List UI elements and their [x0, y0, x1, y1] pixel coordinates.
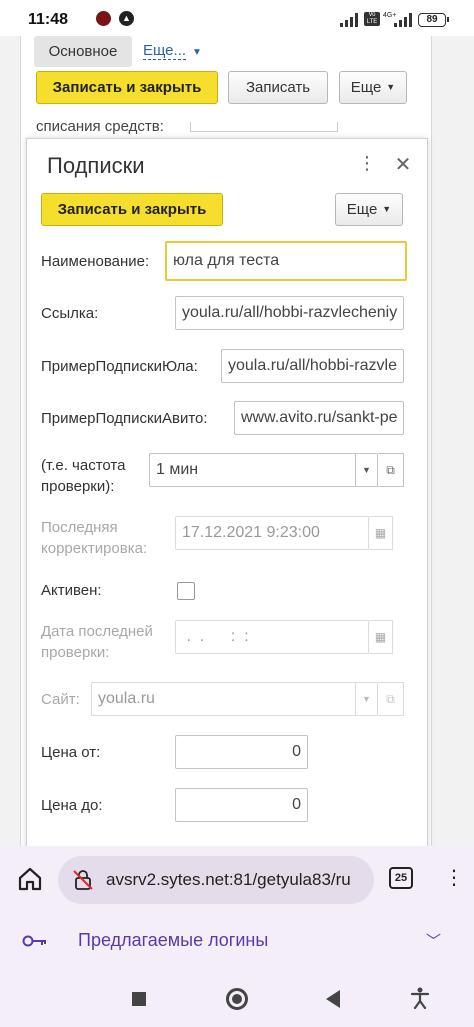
more-vert-icon[interactable]: ⋮	[357, 153, 377, 174]
more-label: Еще	[346, 201, 378, 218]
recent-apps-icon[interactable]	[132, 992, 146, 1006]
home-icon[interactable]	[16, 865, 44, 893]
calendar-icon: ▦	[369, 516, 393, 550]
site-value: youla.ru	[98, 690, 155, 707]
browser-menu-icon[interactable]: ⋮	[444, 864, 464, 892]
active-label: Активен:	[41, 582, 102, 599]
tab-more-label: Еще...	[143, 42, 187, 60]
frequency-select[interactable]: 1 мин ▼	[149, 453, 378, 487]
example-yula-label: ПримерПодпискиЮла:	[41, 358, 198, 375]
example-yula-input[interactable]: youla.ru/all/hobbi-razvle	[221, 349, 404, 383]
partial-field	[190, 122, 338, 132]
browser-toolbar: avsrv2.sytes.net:81/getyula83/ru 25 ⋮	[0, 846, 474, 914]
system-nav-bar	[0, 968, 474, 1027]
cell-signal-icon	[394, 13, 412, 27]
more-button[interactable]: Еще ▼	[335, 193, 403, 226]
key-icon	[22, 935, 46, 947]
dropdown-caret-icon: ▼	[355, 683, 377, 715]
save-close-button[interactable]: Записать и закрыть	[41, 193, 223, 226]
name-input[interactable]: юла для теста	[165, 241, 407, 281]
save-close-button-bg[interactable]: Записать и закрыть	[36, 71, 218, 104]
status-time: 11:48	[28, 11, 69, 28]
frequency-label: (т.е. частота проверки):	[41, 457, 126, 495]
address-bar[interactable]: avsrv2.sytes.net:81/getyula83/ru	[58, 856, 374, 904]
caret-down-icon: ▼	[382, 204, 392, 214]
insecure-lock-icon[interactable]	[72, 869, 94, 891]
example-avito-label: ПримерПодпискиАвито:	[41, 410, 208, 427]
chevron-down-icon: ▼	[192, 47, 202, 58]
subscriptions-dialog: Подписки ⋮ ✕ Записать и закрыть Еще ▼ Наи…	[26, 138, 428, 858]
status-bar: 11:48 ▲ Vo LTE 4G+ 89	[0, 0, 474, 36]
save-button-bg[interactable]: Записать	[228, 71, 328, 104]
price-from-input[interactable]: 0	[175, 735, 308, 769]
notification-app-icon	[96, 11, 111, 26]
frequency-value: 1 мин	[156, 461, 199, 478]
partial-field-label: списания средств:	[36, 118, 164, 135]
link-input[interactable]: youla.ru/all/hobbi-razvlecheniy	[175, 296, 404, 330]
password-suggestion-bar[interactable]: Предлагаемые логины ﹀	[0, 914, 474, 968]
url-text: avsrv2.sytes.net:81/getyula83/ru	[106, 870, 351, 889]
name-label: Наименование:	[41, 253, 150, 270]
wifi-signal-icon	[340, 13, 358, 27]
calendar-icon: ▦	[369, 620, 393, 654]
notification-warning-icon: ▲	[119, 11, 134, 26]
close-icon[interactable]: ✕	[393, 152, 413, 177]
tab-main[interactable]: Основное	[34, 36, 132, 67]
price-from-label: Цена от:	[41, 744, 101, 761]
suggestion-label: Предлагаемые логины	[78, 930, 269, 950]
example-avito-input[interactable]: www.avito.ru/sankt-pe	[234, 401, 404, 435]
last-edit-input: 17.12.2021 9:23:00	[175, 516, 369, 550]
back-icon[interactable]	[326, 990, 340, 1008]
dialog-title: Подписки	[47, 153, 145, 178]
battery-icon: 89	[418, 13, 449, 27]
last-check-input: . . : :	[175, 620, 369, 654]
open-form-icon[interactable]: ⧉	[378, 453, 404, 487]
last-check-label: Дата последней проверки:	[41, 623, 153, 661]
tab-switcher-button[interactable]: 25	[389, 867, 413, 889]
price-to-label: Цена до:	[41, 797, 103, 814]
price-to-input[interactable]: 0	[175, 788, 308, 822]
dropdown-caret-icon[interactable]: ▼	[355, 454, 377, 486]
caret-down-icon: ▼	[386, 82, 396, 92]
site-label: Сайт:	[41, 691, 80, 708]
volte-icon: Vo LTE	[364, 12, 380, 26]
accessibility-icon[interactable]	[410, 987, 430, 1009]
chevron-down-icon[interactable]: ﹀	[426, 930, 441, 951]
more-label: Еще	[350, 79, 382, 96]
tab-more[interactable]: Еще... ▼	[143, 42, 202, 60]
active-checkbox[interactable]	[177, 582, 195, 600]
link-label: Ссылка:	[41, 305, 99, 322]
last-edit-label: Последняя корректировка:	[41, 519, 148, 557]
more-button-bg[interactable]: Еще ▼	[339, 71, 407, 104]
site-select: youla.ru ▼	[91, 682, 378, 716]
home-button-icon[interactable]	[226, 988, 248, 1010]
open-form-icon: ⧉	[378, 682, 404, 716]
